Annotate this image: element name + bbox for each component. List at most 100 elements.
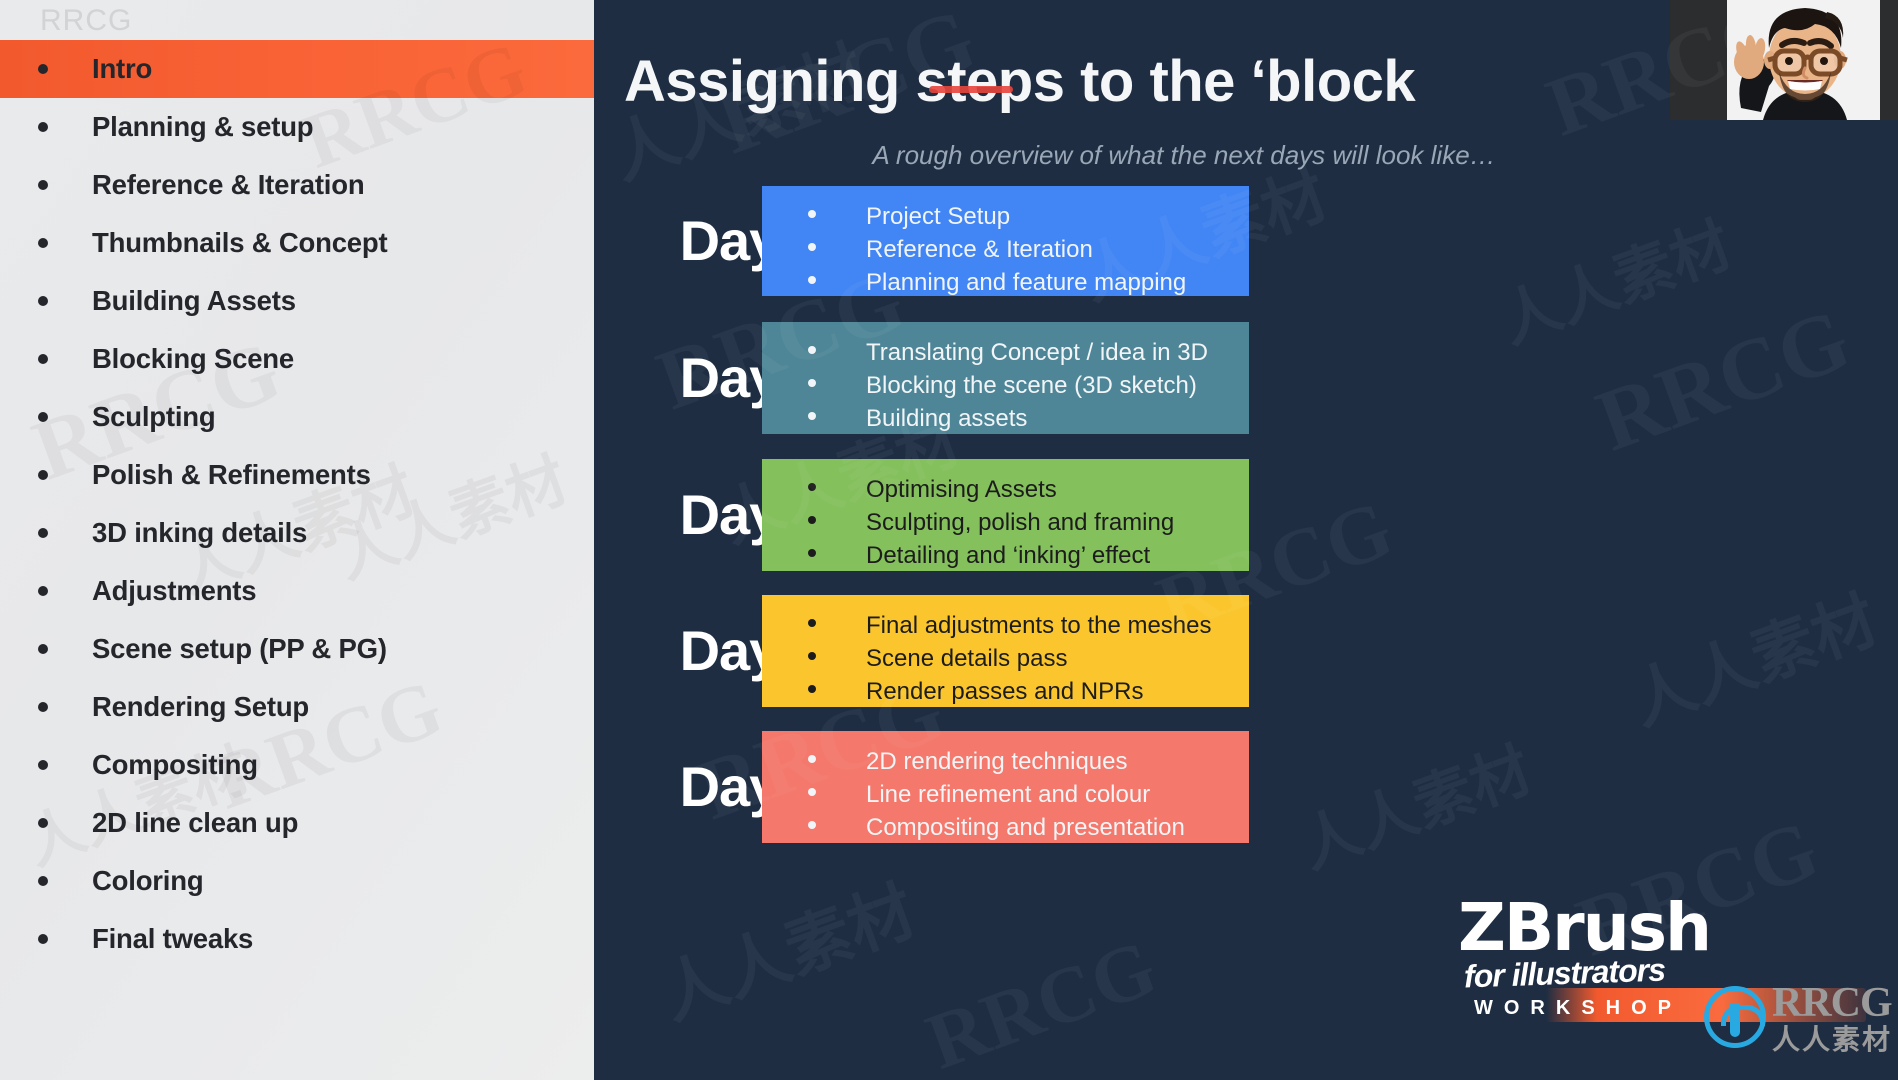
- day-task-text: Blocking the scene (3D sketch): [866, 372, 1197, 399]
- bullet-icon: [808, 619, 816, 627]
- sidebar-item-thumbnails-concept[interactable]: Thumbnails & Concept: [0, 214, 594, 272]
- bullet-icon: [38, 702, 48, 712]
- day-tasks-box: Translating Concept / idea in 3D Blocking…: [762, 322, 1249, 434]
- day-task-list: Optimising Assets Sculpting, polish and f…: [762, 473, 1249, 572]
- sidebar-item-label: Intro: [92, 53, 153, 84]
- bullet-icon: [38, 64, 48, 74]
- day-task-text: Reference & Iteration: [866, 236, 1093, 263]
- bullet-icon: [808, 412, 816, 420]
- sidebar-item-label: Final tweaks: [92, 923, 254, 954]
- sidebar-item-label: 2D line clean up: [92, 807, 299, 838]
- bullet-icon: [38, 586, 48, 596]
- day-task-text: Building assets: [866, 405, 1028, 432]
- red-underline-annotation: [929, 86, 1013, 93]
- sidebar-item-label: 3D inking details: [92, 517, 308, 548]
- watermark-chinese: 人人素材: [646, 858, 927, 1039]
- sidebar-item-scene-setup-pp-pg[interactable]: Scene setup (PP & PG): [0, 620, 594, 678]
- bullet-icon: [38, 122, 48, 132]
- day-task-text: Compositing and presentation: [866, 814, 1185, 841]
- day-task-text: Detailing and ‘inking’ effect: [866, 542, 1151, 569]
- sidebar-item-sculpting[interactable]: Sculpting: [0, 388, 594, 446]
- day-row: Day 5 2D rendering techniques Line refinem…: [594, 731, 1898, 843]
- sidebar-item-adjustments[interactable]: Adjustments: [0, 562, 594, 620]
- bullet-icon: [38, 412, 48, 422]
- day-task-item: Sculpting, polish and framing: [762, 506, 1249, 539]
- sidebar-item-2d-line-clean-up[interactable]: 2D line clean up: [0, 794, 594, 852]
- day-task-text: Planning and feature mapping: [866, 269, 1187, 296]
- rrcg-badge-chinese: 人人素材: [1771, 1022, 1892, 1056]
- course-outline-sidebar: RRCG Intro Planning & setup Reference & It…: [0, 0, 594, 1080]
- day-row: Day 1 Project Setup Reference & Iteration P…: [594, 186, 1898, 296]
- day-task-text: Project Setup: [866, 203, 1011, 230]
- bullet-icon: [38, 876, 48, 886]
- rrcg-logo-icon: [1703, 986, 1766, 1049]
- day-task-item: Render passes and NPRs: [762, 675, 1249, 708]
- sidebar-item-label: Sculpting: [92, 401, 216, 432]
- day-task-item: 2D rendering techniques: [762, 745, 1249, 778]
- day-task-list: Final adjustments to the meshes Scene det…: [762, 609, 1249, 708]
- bullet-icon: [808, 788, 816, 796]
- bullet-icon: [38, 180, 48, 190]
- sidebar-item-label: Blocking Scene: [92, 343, 294, 374]
- day-task-text: Render passes and NPRs: [866, 678, 1144, 705]
- bullet-icon: [808, 516, 816, 524]
- day-tasks-box: 2D rendering techniques Line refinement a…: [762, 731, 1249, 843]
- bullet-icon: [38, 528, 48, 538]
- day-task-text: Sculpting, polish and framing: [866, 509, 1175, 536]
- bullet-icon: [808, 685, 816, 693]
- day-task-list: Translating Concept / idea in 3D Blocking…: [762, 336, 1249, 435]
- day-tasks-box: Final adjustments to the meshes Scene det…: [762, 595, 1249, 707]
- sidebar-item-label: Scene setup (PP & PG): [92, 633, 387, 664]
- sidebar-item-polish-refinements[interactable]: Polish & Refinements: [0, 446, 594, 504]
- bullet-icon: [38, 238, 48, 248]
- bullet-icon: [808, 276, 816, 284]
- day-task-text: Line refinement and colour: [866, 781, 1151, 808]
- day-task-item: Compositing and presentation: [762, 811, 1249, 844]
- sidebar-item-rendering-setup[interactable]: Rendering Setup: [0, 678, 594, 736]
- active-item-highlight: [0, 40, 594, 98]
- rrcg-site-badge: RRCG 人人素材: [1703, 980, 1893, 1056]
- bullet-icon: [808, 346, 816, 354]
- day-row: Day 2 Translating Concept / idea in 3D Blo…: [594, 322, 1898, 434]
- day-task-item: Detailing and ‘inking’ effect: [762, 539, 1249, 572]
- sidebar-item-final-tweaks[interactable]: Final tweaks: [0, 910, 594, 968]
- slide-title: Assigning steps to the ‘block: [624, 49, 1416, 114]
- sidebar-item-coloring[interactable]: Coloring: [0, 852, 594, 910]
- slide-screen: RRCG Intro Planning & setup Reference & It…: [0, 0, 1898, 1080]
- bullet-icon: [808, 379, 816, 387]
- rrcg-badge-text: RRCG 人人素材: [1771, 980, 1893, 1056]
- sidebar-watermark-text: RRCG: [40, 4, 133, 37]
- sidebar-item-label: Planning & setup: [92, 111, 314, 142]
- sidebar-item-compositing[interactable]: Compositing: [0, 736, 594, 794]
- bullet-icon: [38, 644, 48, 654]
- bullet-icon: [38, 470, 48, 480]
- bullet-icon: [38, 818, 48, 828]
- day-task-item: Optimising Assets: [762, 473, 1249, 506]
- day-tasks-box: Project Setup Reference & Iteration Planni…: [762, 186, 1249, 296]
- day-task-item: Translating Concept / idea in 3D: [762, 336, 1249, 369]
- watermark-rrcg: RRCG: [916, 922, 1168, 1080]
- sidebar-item-intro[interactable]: Intro: [0, 40, 594, 98]
- sidebar-item-building-assets[interactable]: Building Assets: [0, 272, 594, 330]
- bullet-icon: [38, 354, 48, 364]
- sidebar-item-planning-setup[interactable]: Planning & setup: [0, 98, 594, 156]
- bullet-icon: [808, 483, 816, 491]
- sidebar-item-label: Compositing: [92, 749, 258, 780]
- logo-tagline-text: for illustrators: [1463, 951, 1666, 995]
- avatar-memoji-icon: [1727, 0, 1880, 120]
- sidebar-item-label: Thumbnails & Concept: [92, 227, 388, 258]
- day-task-list: Project Setup Reference & Iteration Planni…: [762, 200, 1249, 299]
- bullet-icon: [808, 821, 816, 829]
- slide-subtitle: A rough overview of what the next days w…: [872, 140, 1496, 170]
- sidebar-item-label: Polish & Refinements: [92, 459, 371, 490]
- day-task-item: Planning and feature mapping: [762, 266, 1249, 299]
- presenter-webcam-avatar[interactable]: [1727, 0, 1880, 120]
- sidebar-item-list: Intro Planning & setup Reference & Iterati…: [0, 40, 594, 968]
- day-tasks-box: Optimising Assets Sculpting, polish and f…: [762, 459, 1249, 571]
- day-task-item: Blocking the scene (3D sketch): [762, 369, 1249, 402]
- sidebar-item-3d-inking-details[interactable]: 3D inking details: [0, 504, 594, 562]
- bullet-icon: [808, 755, 816, 763]
- sidebar-item-blocking-scene[interactable]: Blocking Scene: [0, 330, 594, 388]
- day-task-item: Line refinement and colour: [762, 778, 1249, 811]
- sidebar-item-reference-iteration[interactable]: Reference & Iteration: [0, 156, 594, 214]
